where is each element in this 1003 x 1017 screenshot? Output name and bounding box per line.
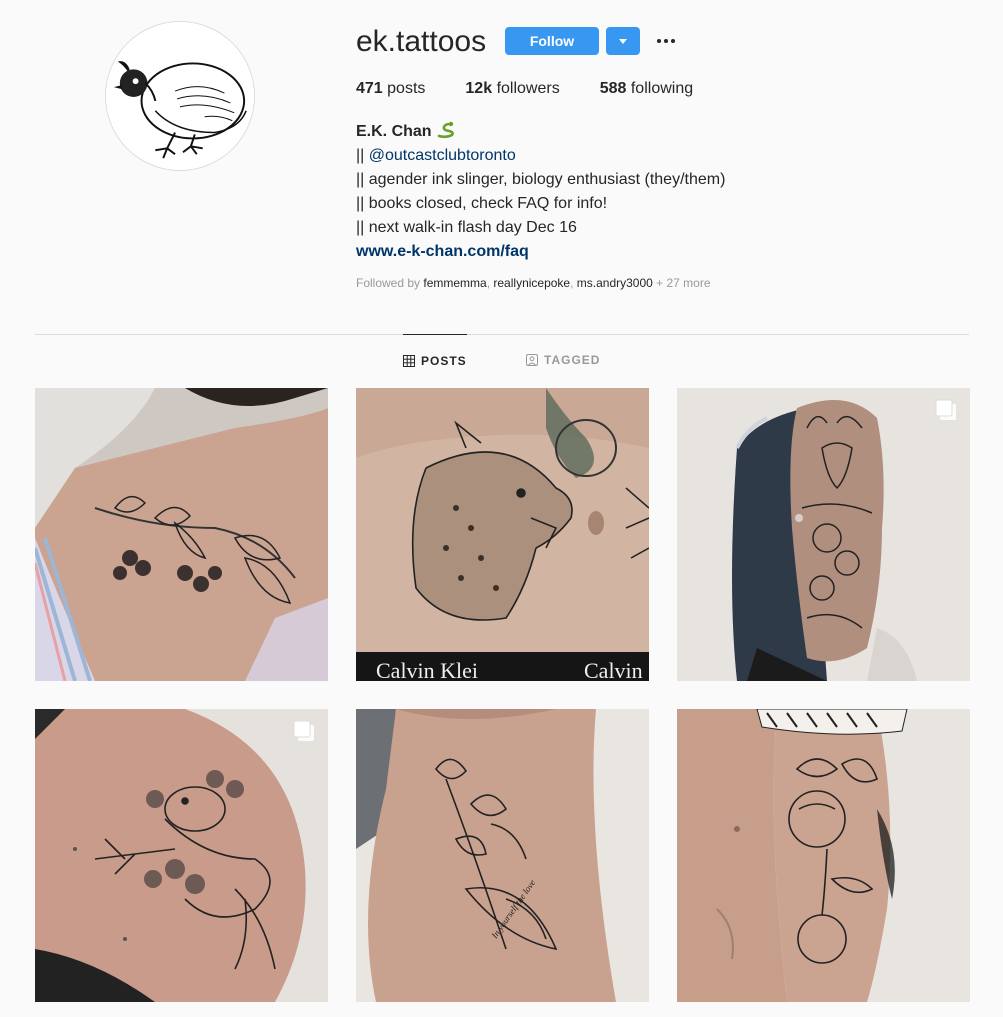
followers-label: followers [496, 80, 560, 97]
posts-count: 471 [356, 80, 383, 97]
bio-line-1: || @outcastclubtoronto [356, 144, 725, 168]
following-label: following [630, 80, 694, 97]
mouse-tattoo-photo [35, 709, 328, 1002]
snake-icon [437, 121, 454, 139]
followed-by-user[interactable]: femmemma [423, 276, 486, 290]
followers-count: 12k [465, 80, 493, 97]
tab-posts-label: POSTS [421, 354, 467, 368]
tab-posts[interactable]: POSTS [403, 334, 467, 387]
posts-stat: 471 posts [356, 80, 425, 102]
peach-tattoo-photo [677, 709, 970, 1002]
post-thumbnail-orchid-banner[interactable]: In yourself the love [356, 709, 649, 1002]
followed-by[interactable]: Followed by femmemma, reallynicepoke, ms… [356, 276, 711, 290]
following-stat[interactable]: 588 following [600, 80, 693, 102]
quail-icon [106, 22, 254, 170]
followed-by-user[interactable]: ms.andry3000 [577, 276, 653, 290]
more-dot-icon [657, 39, 661, 43]
post-thumbnail-hyena[interactable]: Calvin Klei Calvin [356, 388, 649, 681]
following-count: 588 [599, 80, 627, 97]
profile-avatar[interactable] [105, 21, 255, 171]
post-thumbnail-peach-branch[interactable] [677, 709, 970, 1002]
orchid-tattoo-photo: In yourself the love [356, 709, 649, 1002]
tab-tagged[interactable]: TAGGED [526, 334, 600, 386]
bio-website-link[interactable]: www.e-k-chan.com/faq [356, 240, 725, 264]
bio-mention-link[interactable]: @outcastclubtoronto [369, 147, 516, 164]
followed-by-prefix: Followed by [356, 276, 424, 290]
followers-stat[interactable]: 12k followers [465, 80, 559, 102]
chevron-down-icon [619, 39, 627, 44]
cherry-tattoo-photo [35, 388, 328, 681]
suggested-dropdown-button[interactable] [606, 27, 640, 55]
profile-bio: E.K. Chan || @outcastclubtoronto || agen… [356, 120, 725, 264]
profile-full-name: E.K. Chan [356, 120, 725, 144]
profile-stats: 471 posts 12k followers 588 following [356, 80, 733, 102]
followed-by-user[interactable]: reallynicepoke [493, 276, 570, 290]
posts-label: posts [387, 80, 426, 97]
bio-line-3: || books closed, check FAQ for info! [356, 195, 608, 212]
stag-sleeve-tattoo-photo [677, 388, 970, 681]
grid-icon [403, 355, 415, 367]
post-thumbnail-cherry-branch[interactable] [35, 388, 328, 681]
svg-text:Calvin Klei: Calvin Klei [376, 658, 478, 681]
tagged-icon [526, 354, 538, 366]
more-options-button[interactable] [650, 27, 682, 55]
follow-button[interactable]: Follow [505, 27, 599, 55]
bio-line-2: || agender ink slinger, biology enthusia… [356, 171, 726, 188]
profile-username: ek.tattoos [356, 25, 487, 58]
svg-text:Calvin: Calvin [584, 658, 643, 681]
carousel-icon [293, 720, 314, 741]
followed-by-sep: , [570, 276, 577, 290]
post-thumbnail-mouse-flowers[interactable] [35, 709, 328, 1002]
bio-prefix: || [356, 147, 369, 164]
carousel-icon [935, 399, 956, 420]
tab-tagged-label: TAGGED [544, 353, 601, 367]
followed-by-more: + 27 more [652, 276, 711, 290]
tabs-divider [35, 334, 969, 335]
full-name-text: E.K. Chan [356, 123, 432, 140]
more-dot-icon [671, 39, 675, 43]
hyena-tattoo-photo: Calvin Klei Calvin [356, 388, 649, 681]
bio-line-4: || next walk-in flash day Dec 16 [356, 219, 577, 236]
post-thumbnail-stag-sleeve[interactable] [677, 388, 970, 681]
more-dot-icon [664, 39, 668, 43]
